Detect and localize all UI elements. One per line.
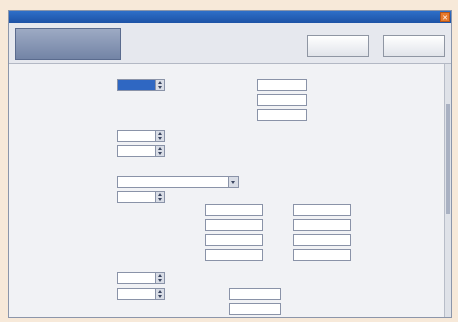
tolerance-right-input[interactable] <box>293 249 351 261</box>
tolerance-spinbox[interactable] <box>117 191 165 203</box>
save-button[interactable] <box>307 35 369 57</box>
tolerance-right-input[interactable] <box>293 219 351 231</box>
tolerance-left-input[interactable] <box>205 204 263 216</box>
toolbar <box>9 23 451 64</box>
close-button[interactable]: ✕ <box>440 12 450 22</box>
settings-form <box>9 64 451 317</box>
spin2-spinbox[interactable] <box>117 145 165 157</box>
field3-input[interactable] <box>257 109 307 121</box>
resolution-spinbox[interactable] <box>117 272 165 284</box>
vertical-scrollbar[interactable] <box>444 64 451 317</box>
close-icon: ✕ <box>442 14 448 22</box>
tolerance-left-input[interactable] <box>205 249 263 261</box>
row1-spinbox[interactable] <box>117 79 165 91</box>
dialog-window: ✕ <box>8 10 452 318</box>
spin-arrows-icon[interactable] <box>155 192 164 202</box>
chevron-down-icon[interactable] <box>228 177 238 187</box>
calculation-spinbox[interactable] <box>117 288 165 300</box>
coefficient-a-input[interactable] <box>229 288 281 300</box>
measurement-combo[interactable] <box>117 176 239 188</box>
spin-arrows-icon[interactable] <box>155 131 164 141</box>
tolerance-right-input[interactable] <box>293 234 351 246</box>
spin-arrows-icon[interactable] <box>155 146 164 156</box>
field1-input[interactable] <box>257 79 307 91</box>
tolerance-left-input[interactable] <box>205 234 263 246</box>
title-bar[interactable]: ✕ <box>9 11 451 23</box>
tolerance-right-input[interactable] <box>293 204 351 216</box>
spin-arrows-icon[interactable] <box>155 80 164 90</box>
scrollbar-thumb[interactable] <box>446 104 450 214</box>
spin-arrows-icon[interactable] <box>155 289 164 299</box>
tab-settings[interactable] <box>15 28 121 60</box>
coefficient-b-input[interactable] <box>229 303 281 315</box>
tolerance-left-input[interactable] <box>205 219 263 231</box>
spin1-spinbox[interactable] <box>117 130 165 142</box>
field2-input[interactable] <box>257 94 307 106</box>
spin-arrows-icon[interactable] <box>155 273 164 283</box>
cancel-button[interactable] <box>383 35 445 57</box>
